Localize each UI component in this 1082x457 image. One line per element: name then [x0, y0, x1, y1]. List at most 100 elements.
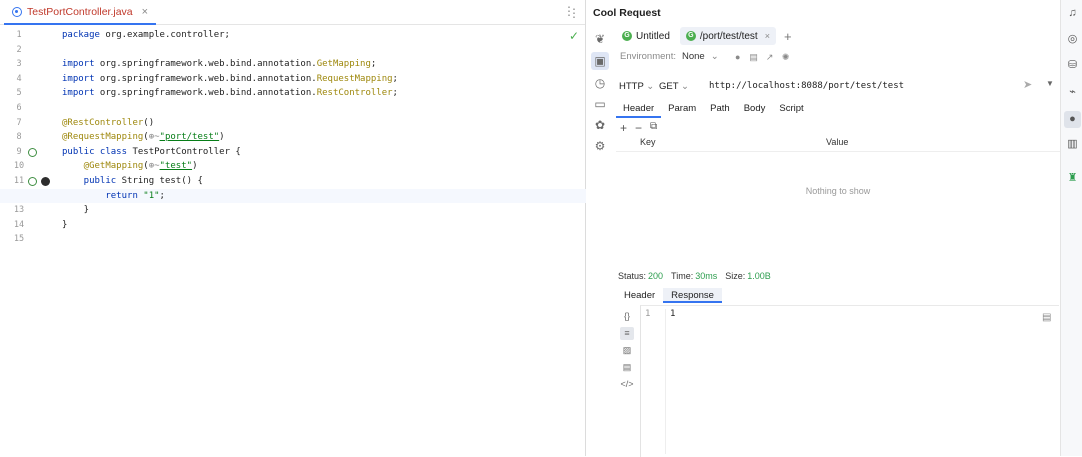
save-icon[interactable]: ▤: [749, 52, 759, 62]
tab-body[interactable]: Body: [737, 100, 773, 118]
line-gutter: 1 2 3 4 5 6 7 8 9 10 11 12 13 14 15: [0, 26, 60, 456]
response-content[interactable]: 1: [665, 309, 675, 454]
response-status-row: Status: 200 Time: 30ms Size: 1.00B: [618, 271, 777, 281]
script-icon[interactable]: ✿: [593, 118, 607, 132]
external-link-icon[interactable]: ↗: [765, 52, 775, 62]
url-input[interactable]: [709, 81, 1014, 91]
line-number: 15: [13, 234, 25, 245]
code-line: @GetMapping(⊕~"test"): [62, 161, 198, 172]
java-class-icon: [12, 6, 22, 17]
xml-view-icon[interactable]: </>: [620, 378, 634, 391]
structure-icon[interactable]: ▥: [1066, 138, 1079, 151]
size-label: Size:: [725, 271, 746, 281]
right-tool-strip: ♫ ◎ ⛁ ⌁ ● ▥ ♜: [1060, 0, 1082, 456]
remove-row-icon[interactable]: −: [635, 121, 642, 135]
cool-request-panel: Cool Request ❦ ▣ ◷ ▭ ✿ ⚙ G Untitled G /p…: [586, 0, 1060, 457]
table-toolbar: + − ⧉: [620, 121, 657, 135]
tab-untitled[interactable]: G Untitled: [616, 27, 676, 45]
code-line: }: [62, 205, 90, 216]
empty-state: Nothing to show: [805, 186, 871, 196]
code-line: public class TestPortController {: [62, 146, 241, 157]
send-icon[interactable]: ➤: [1023, 78, 1032, 91]
tab-response[interactable]: Response: [663, 288, 722, 303]
cool-request-toolbar: ❦ ▣ ◷ ▭ ✿ ⚙: [586, 26, 614, 456]
code-line: import org.springframework.web.bind.anno…: [62, 73, 398, 84]
debug-icon[interactable]: ✺: [781, 52, 791, 62]
cool-request-icon[interactable]: ●: [1064, 111, 1081, 128]
editor-tab-testportcontroller[interactable]: TestPortController.java ×: [4, 0, 157, 25]
folder-icon[interactable]: ▭: [593, 97, 607, 111]
text-view-icon[interactable]: ≡: [620, 327, 634, 340]
save-response-icon[interactable]: ▤: [1042, 312, 1051, 323]
copy-icon[interactable]: ⧉: [650, 121, 657, 135]
code-editor[interactable]: TestPortController.java × ⋮ ✓ 1 2 3 4 5 …: [0, 0, 647, 456]
line-number: 2: [16, 44, 22, 55]
spring-bean-icon[interactable]: [28, 147, 37, 157]
http-request-icon[interactable]: ▣: [591, 52, 609, 70]
column-key: Key: [640, 137, 656, 147]
line-number: 9: [0, 145, 60, 160]
line-number: 8: [16, 132, 22, 143]
cool-request-run-icon[interactable]: [41, 177, 50, 186]
tab-label: /port/test/test: [699, 30, 758, 42]
notifications-icon[interactable]: ♫: [1066, 7, 1079, 20]
method-select[interactable]: GET ⌄: [659, 81, 699, 92]
code-line-current: return "1";: [0, 188, 647, 204]
tab-label: Untitled: [636, 30, 670, 42]
get-method-icon: G: [622, 31, 632, 41]
line-number: 11: [0, 174, 60, 189]
tab-param[interactable]: Param: [661, 100, 703, 118]
environment-row: Environment: None ⌄ ● ▤ ↗ ✺: [620, 51, 791, 62]
more-options-icon[interactable]: ⋮: [568, 6, 580, 20]
line-number: 1: [645, 309, 651, 319]
line-number: 7: [16, 117, 22, 128]
editor-tab-label: TestPortController.java: [27, 5, 133, 18]
chevron-down-icon[interactable]: ▼: [1046, 79, 1054, 88]
add-tab-icon[interactable]: +: [784, 29, 792, 44]
tab-header[interactable]: Header: [616, 100, 662, 118]
column-value: Value: [826, 137, 849, 147]
spring-bean-icon[interactable]: [28, 177, 37, 186]
response-body[interactable]: 1 1: [640, 305, 1059, 457]
close-icon[interactable]: ×: [142, 6, 148, 18]
code-line: public String test() {: [62, 176, 203, 186]
line-number: 1: [16, 30, 22, 40]
code-line: @RequestMapping(⊕~"port/test"): [62, 132, 225, 143]
add-row-icon[interactable]: +: [620, 121, 627, 135]
get-method-icon: G: [685, 31, 696, 41]
tab-port-test-test[interactable]: G /port/test/test ×: [679, 27, 776, 45]
code-line: import org.springframework.web.bind.anno…: [62, 59, 377, 70]
line-number: 14: [13, 219, 25, 230]
close-icon[interactable]: ×: [765, 31, 770, 41]
status-value: 200: [648, 271, 664, 281]
environment-select[interactable]: None: [682, 51, 705, 62]
code-line: @RestController(): [62, 117, 155, 128]
image-view-icon[interactable]: ▨: [620, 344, 634, 357]
chevron-down-icon[interactable]: ⌄: [711, 51, 719, 62]
code-area[interactable]: package org.example.controller; import o…: [0, 26, 647, 456]
html-view-icon[interactable]: ▤: [620, 361, 634, 374]
url-bar: HTTP ⌄ GET ⌄ ➤ ▼: [616, 76, 1056, 96]
tab-script[interactable]: Script: [772, 100, 810, 118]
tab-response-header[interactable]: Header: [616, 288, 663, 303]
spring-leaf-icon[interactable]: ❦: [593, 32, 607, 46]
line-number: 5: [16, 88, 22, 99]
line-number: 4: [16, 73, 22, 84]
database-icon[interactable]: ⛁: [1066, 59, 1079, 72]
gradle-icon[interactable]: ⌁: [1066, 86, 1079, 99]
status-label: Status:: [618, 271, 647, 281]
size-value: 1.00B: [747, 271, 771, 281]
cloud-icon[interactable]: ●: [733, 52, 743, 62]
protocol-select[interactable]: HTTP ⌄: [619, 81, 659, 92]
key-value-table-header: Key Value: [616, 135, 1060, 152]
json-view-icon[interactable]: {}: [620, 310, 634, 323]
ai-assistant-icon[interactable]: ◎: [1066, 33, 1079, 46]
history-icon[interactable]: ◷: [593, 76, 607, 90]
settings-gear-icon[interactable]: ⚙: [593, 139, 607, 153]
environment-label: Environment:: [620, 51, 676, 62]
tab-path[interactable]: Path: [703, 100, 737, 118]
line-number: 6: [16, 103, 22, 113]
time-value: 30ms: [695, 271, 718, 281]
code-line: import org.springframework.web.bind.anno…: [62, 88, 398, 99]
bean-icon[interactable]: ♜: [1066, 172, 1079, 185]
